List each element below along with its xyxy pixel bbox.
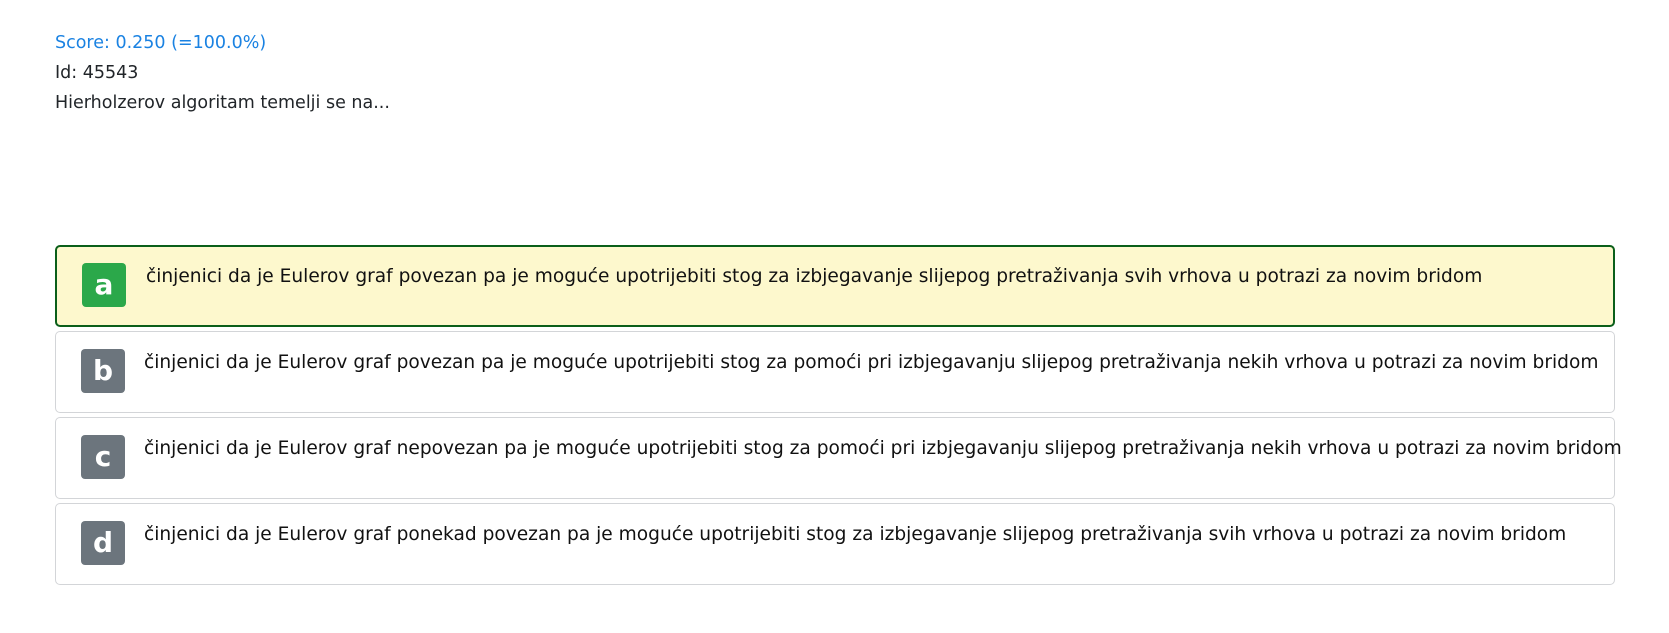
- answer-letter-badge: c: [81, 435, 125, 479]
- answer-option-d[interactable]: d činjenici da je Eulerov graf ponekad p…: [55, 503, 1615, 585]
- score-text: Score: 0.250 (=100.0%): [55, 33, 267, 53]
- answer-text: činjenici da je Eulerov graf ponekad pov…: [144, 524, 1567, 545]
- answer-list: a činjenici da je Eulerov graf povezan p…: [55, 245, 1622, 589]
- answer-text: činjenici da je Eulerov graf povezan pa …: [144, 352, 1599, 373]
- answer-letter-badge: b: [81, 349, 125, 393]
- answer-letter-badge: a: [82, 263, 126, 307]
- question-header: Score: 0.250 (=100.0%) Id: 45543 Hierhol…: [55, 28, 390, 118]
- answer-option-c[interactable]: c činjenici da je Eulerov graf nepovezan…: [55, 417, 1622, 499]
- question-text: Hierholzerov algoritam temelji se na...: [55, 93, 390, 113]
- answer-option-b[interactable]: b činjenici da je Eulerov graf povezan p…: [55, 331, 1615, 413]
- answer-text: činjenici da je Eulerov graf povezan pa …: [146, 266, 1483, 287]
- answer-text: činjenici da je Eulerov graf nepovezan p…: [144, 438, 1622, 459]
- answer-letter-badge: d: [81, 521, 125, 565]
- question-id: Id: 45543: [55, 63, 139, 83]
- answer-option-a[interactable]: a činjenici da je Eulerov graf povezan p…: [55, 245, 1615, 327]
